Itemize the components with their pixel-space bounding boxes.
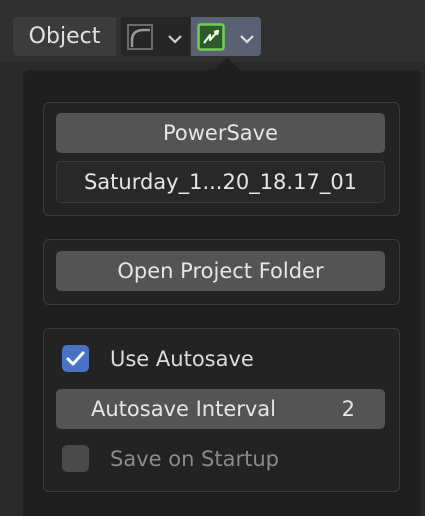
powersave-selector-dropdown[interactable] [191,17,261,56]
autosave-interval-field[interactable]: Autosave Interval 2 [56,389,385,429]
autosave-interval-value: 2 [341,397,355,421]
powersave-panel: PowerSave Saturday_1...20_18.17_01 [43,102,400,216]
checkbox-checked[interactable] [62,345,89,372]
checkmark-icon [66,351,85,366]
use-autosave-label: Use Autosave [110,347,254,371]
curve-icon [127,24,153,50]
powersave-popup: PowerSave Saturday_1...20_18.17_01 Open … [23,70,421,516]
save-on-startup-label: Save on Startup [110,447,279,471]
filename-field[interactable]: Saturday_1...20_18.17_01 [56,161,385,203]
object-menu-button[interactable]: Object [13,17,116,56]
powersave-button[interactable]: PowerSave [56,113,385,153]
open-project-folder-button[interactable]: Open Project Folder [56,251,385,291]
use-autosave-checkbox[interactable]: Use Autosave [62,343,362,375]
autosave-interval-label: Autosave Interval [91,397,277,421]
checkbox-unchecked[interactable] [62,445,89,472]
autosave-panel: Use Autosave Autosave Interval 2 Save on… [43,328,400,492]
chevron-down-icon [167,30,183,44]
popup-pointer [213,57,241,71]
project-folder-panel: Open Project Folder [43,239,400,305]
curve-selector-dropdown[interactable] [121,17,190,56]
header-bar: Object [0,0,425,62]
powersave-icon [197,23,225,51]
save-on-startup-checkbox[interactable]: Save on Startup [62,443,362,475]
chevron-down-icon [239,30,255,44]
